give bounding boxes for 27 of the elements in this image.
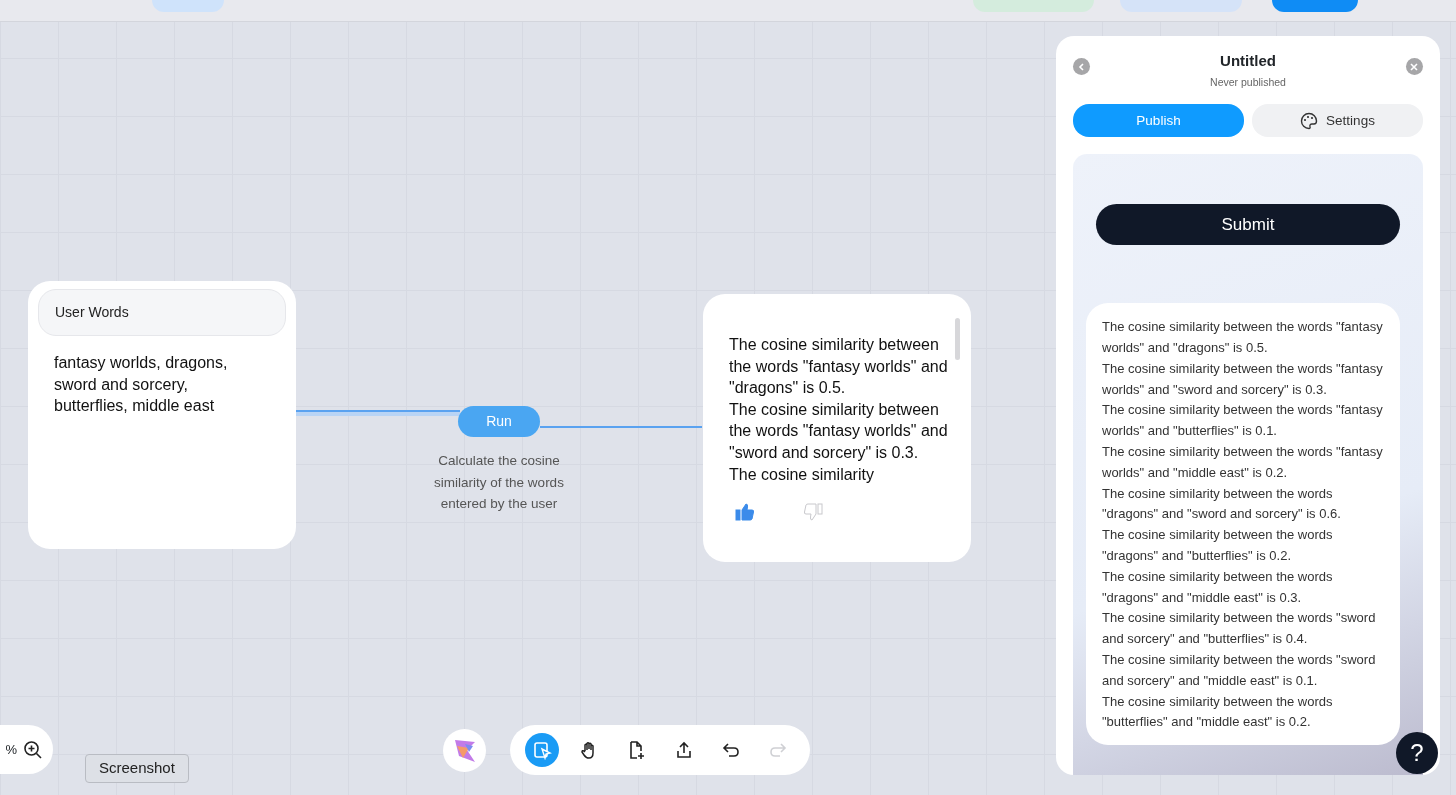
- back-icon[interactable]: [1073, 58, 1090, 75]
- tooltip: Screenshot: [85, 754, 189, 783]
- result-text: The cosine similarity between the words "dragons" and "middle east" is 0.3.: [1102, 567, 1334, 607]
- close-icon[interactable]: [1406, 58, 1423, 75]
- result-text: The cosine similarity between the words "sword and sorcery" and "middle east" is 0.1.: [1102, 651, 1377, 690]
- palette-icon: [1300, 111, 1319, 130]
- result-text: The cosine similarity between the words "fantasy worlds" and "middle east" is 0.2.: [1102, 443, 1384, 482]
- scrollbar: [955, 318, 960, 360]
- result-text: The cosine similarity between the words "fantasy worlds" and "dragons" is 0.5.: [1102, 318, 1384, 358]
- panel-title: Untitled: [1219, 51, 1277, 71]
- submit-button[interactable]: Submit: [1096, 204, 1400, 246]
- select-tool-icon[interactable]: [524, 733, 559, 767]
- result-text: The cosine similarity between the words "sword and sorcery" and "butterflies" is 0.4.: [1102, 609, 1377, 649]
- zoom-percent: %: [5, 740, 17, 759]
- node-title: User Words: [38, 289, 286, 336]
- node-description: Calculate the cosine similarity of the words entered by the user: [433, 452, 565, 514]
- panel-tab[interactable]: Settings: [1252, 104, 1423, 138]
- result-text: The cosine similarity between the words "dragons" and "sword and sorcery" is 0.6.: [1102, 484, 1342, 524]
- result-text: The cosine similarity between the words "butterflies" and "middle east" is 0.2.: [1102, 692, 1334, 732]
- zoom-in-icon[interactable]: [23, 739, 43, 760]
- node-value: fantasy worlds, dragons, sword and sorcery, butterflies, middle east: [53, 353, 229, 417]
- logo-icon[interactable]: [452, 737, 477, 764]
- result-text: The cosine similarity between the words "fantasy worlds" and "sword and sorcery" is 0.3.: [1102, 359, 1384, 399]
- result-text: The cosine similarity between the words "fantasy worlds" and "butterflies" is 0.1.: [1102, 401, 1384, 441]
- output-text: The cosine similarity between the words "fantasy worlds" and "dragons" is 0.5. The cosine similarity between the words "fantasy worlds" and "sword and sorcery" is 0.3. The cosine similarity: [729, 335, 949, 485]
- publish-status: Never published: [1210, 74, 1286, 90]
- result-text: The cosine similarity between the words "dragons" and "butterflies" is 0.2.: [1102, 526, 1334, 565]
